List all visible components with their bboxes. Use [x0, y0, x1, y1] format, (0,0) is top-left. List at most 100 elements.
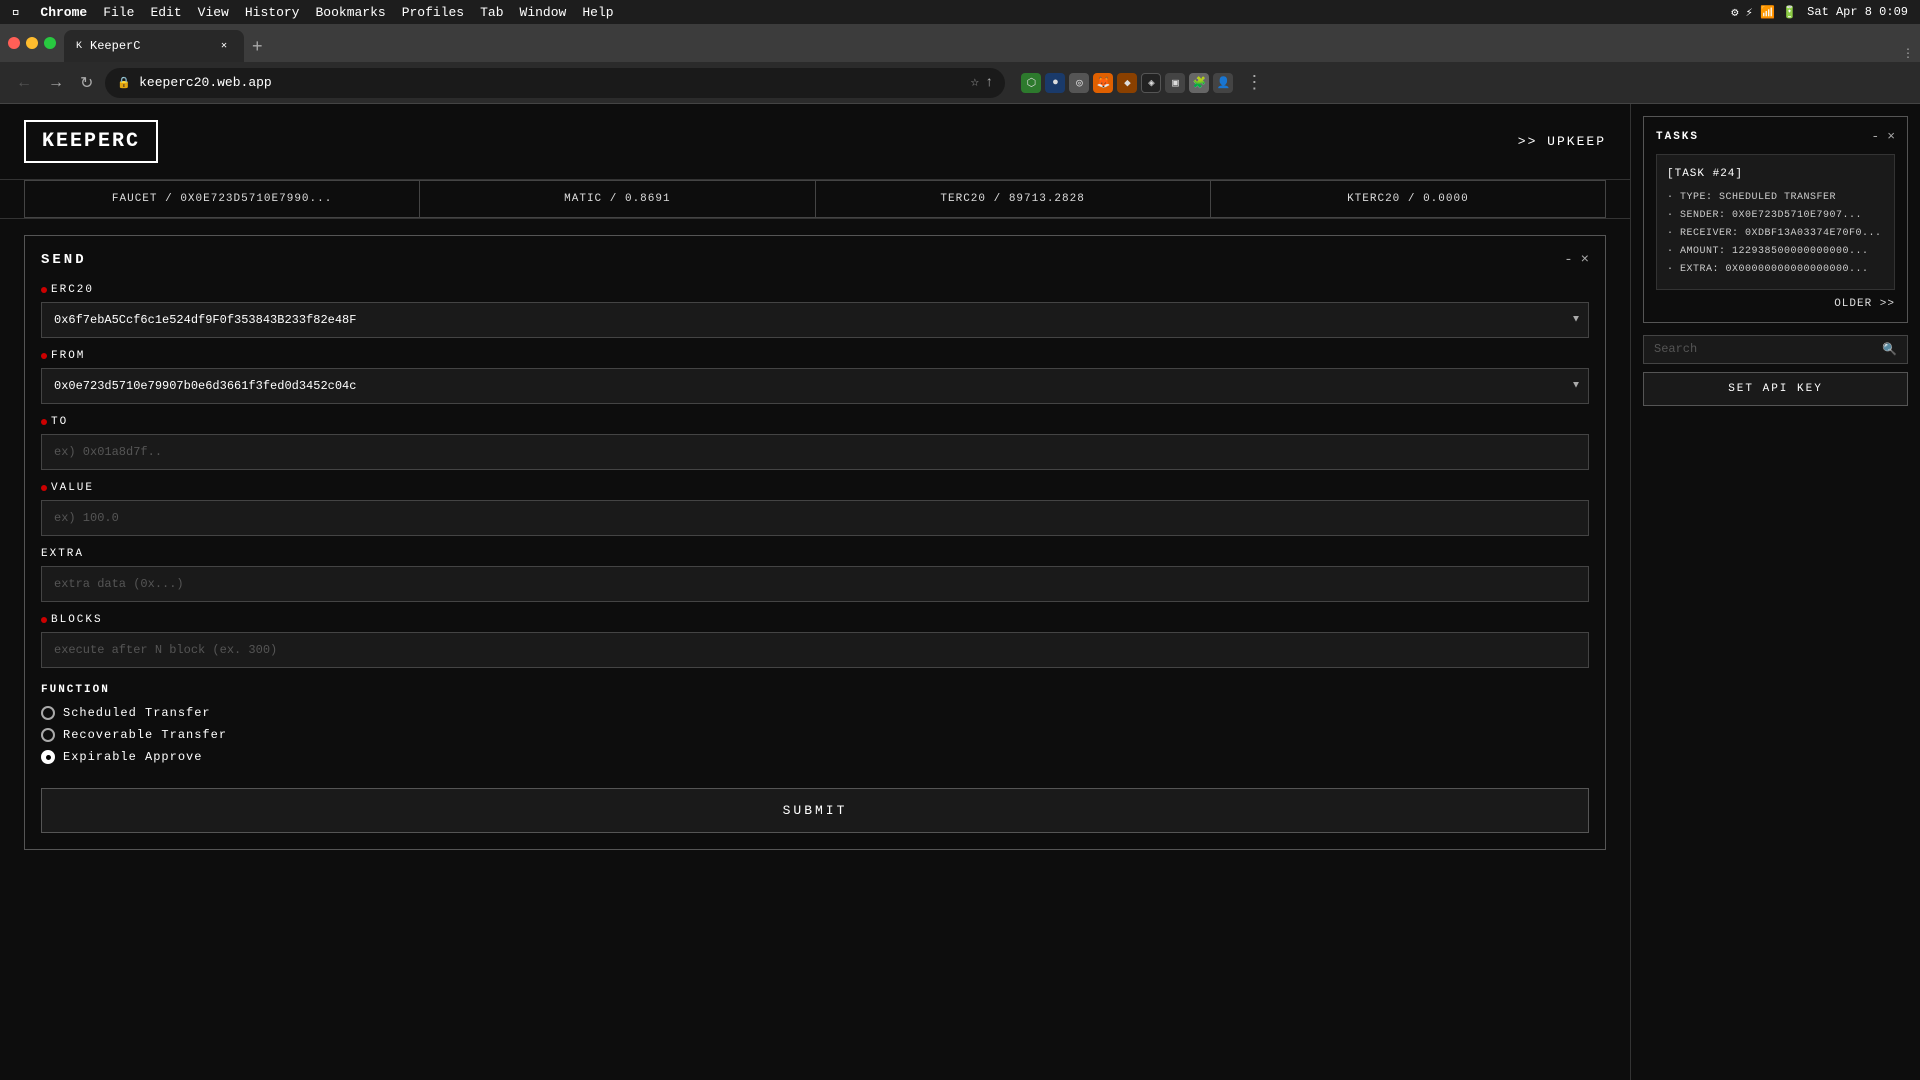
value-required-dot [41, 485, 47, 491]
from-input-wrap: ▼ [41, 368, 1589, 404]
fullscreen-window-btn[interactable] [44, 37, 56, 49]
from-label: FROM [41, 350, 1589, 362]
tasks-minimize-btn[interactable]: - [1871, 129, 1879, 144]
close-window-btn[interactable] [8, 37, 20, 49]
tab-title: KeeperC [90, 39, 140, 53]
blocks-input-wrap [41, 632, 1589, 668]
task-item: [TASK #24] · TYPE: SCHEDULED TRANSFER · … [1656, 154, 1895, 290]
back-btn[interactable]: ← [12, 70, 36, 96]
erc20-field-section: ERC20 ▼ [41, 284, 1589, 338]
minimize-window-btn[interactable] [26, 37, 38, 49]
stat-terc20[interactable]: TERC20 / 89713.2828 [815, 180, 1210, 218]
system-icons: ⚙ ⚡ 📶 🔋 [1731, 5, 1797, 20]
forward-btn[interactable]: → [44, 70, 68, 96]
from-field-section: FROM ▼ [41, 350, 1589, 404]
ext-green[interactable]: ⬡ [1021, 73, 1041, 93]
tasks-title: TASKS [1656, 131, 1699, 143]
stat-kterc20[interactable]: KTERC20 / 0.0000 [1210, 180, 1606, 218]
url-input[interactable] [139, 75, 962, 90]
upkeep-link[interactable]: >> UPKEEP [1518, 134, 1606, 149]
ext-dark[interactable]: ◈ [1141, 73, 1161, 93]
tab-keeperc[interactable]: K KeeperC ✕ [64, 30, 244, 62]
task-older-btn[interactable]: OLDER >> [1656, 298, 1895, 310]
stats-bar: FAUCET / 0X0E723D5710E7990... MATIC / 0.… [0, 180, 1630, 219]
send-area: SEND - × ERC20 [0, 219, 1630, 1080]
ext-puzzle[interactable]: 🧩 [1189, 73, 1209, 93]
radio-scheduled[interactable]: Scheduled Transfer [41, 706, 1589, 720]
send-panel: SEND - × ERC20 [24, 235, 1606, 850]
traffic-lights [0, 24, 64, 62]
bookmark-icon[interactable]: ☆ [971, 74, 979, 91]
set-api-key-btn[interactable]: SET API KEY [1643, 372, 1908, 406]
task-detail-2: · RECEIVER: 0XDBF13A03374E70F0... [1667, 225, 1884, 243]
send-close-btn[interactable]: × [1581, 252, 1589, 268]
apple-menu[interactable]:  [12, 4, 20, 20]
lock-icon: 🔒 [117, 76, 131, 90]
send-minimize-btn[interactable]: - [1564, 252, 1572, 268]
address-input-wrap[interactable]: 🔒 ☆ ↑ [105, 68, 1005, 98]
menu-window[interactable]: Window [520, 5, 567, 20]
tab-close-btn[interactable]: ✕ [216, 38, 232, 54]
menu-view[interactable]: View [198, 5, 229, 20]
tab-bar-row: K KeeperC ✕ + ⋮ [0, 24, 1920, 62]
radio-btn-expirable[interactable] [41, 750, 55, 764]
reload-btn[interactable]: ↻ [76, 69, 97, 97]
tasks-close-btn[interactable]: × [1887, 129, 1895, 144]
ext-fox[interactable]: 🦊 [1093, 73, 1113, 93]
search-input-wrap: 🔍 [1643, 335, 1908, 364]
tab-controls: ⋮ [1896, 44, 1920, 62]
app-main: KEEPERC >> UPKEEP FAUCET / 0X0E723D5710E… [0, 104, 1630, 1080]
stat-faucet[interactable]: FAUCET / 0X0E723D5710E7990... [24, 180, 419, 218]
right-sidebar: TASKS - × [TASK #24] · TYPE: SCHEDULED T… [1630, 104, 1920, 1080]
task-detail-1: · SENDER: 0X0E723D5710E7907... [1667, 207, 1884, 225]
radio-recoverable[interactable]: Recoverable Transfer [41, 728, 1589, 742]
radio-btn-scheduled[interactable] [41, 706, 55, 720]
erc20-input[interactable] [41, 302, 1589, 338]
address-icons: ☆ ↑ [971, 74, 994, 91]
value-input[interactable] [41, 500, 1589, 536]
erc20-required-dot [41, 287, 47, 293]
chrome-window: K KeeperC ✕ + ⋮ ← → ↻ 🔒 ☆ ↑ ⬡ ● ◎ 🦊 ◆ ◈ [0, 24, 1920, 1080]
share-icon[interactable]: ↑ [985, 75, 993, 91]
submit-button[interactable]: SUBMIT [41, 788, 1589, 833]
menu-edit[interactable]: Edit [150, 5, 181, 20]
send-panel-title: SEND [41, 252, 87, 268]
search-input[interactable] [1654, 342, 1874, 356]
tasks-controls: - × [1871, 129, 1895, 144]
new-tab-btn[interactable]: + [244, 30, 271, 62]
ext-orange[interactable]: ◆ [1117, 73, 1137, 93]
value-label: VALUE [41, 482, 1589, 494]
extra-input-wrap [41, 566, 1589, 602]
app-header: KEEPERC >> UPKEEP [0, 104, 1630, 180]
erc20-label: ERC20 [41, 284, 1589, 296]
ext-circle[interactable]: ◎ [1069, 73, 1089, 93]
menu-profiles[interactable]: Profiles [402, 5, 464, 20]
address-bar: ← → ↻ 🔒 ☆ ↑ ⬡ ● ◎ 🦊 ◆ ◈ ▣ 🧩 👤 ⋮ [0, 62, 1920, 104]
menu-bar-right: ⚙ ⚡ 📶 🔋 Sat Apr 8 0:09 [1731, 5, 1908, 20]
ext-gray[interactable]: ▣ [1165, 73, 1185, 93]
from-input[interactable] [41, 368, 1589, 404]
chrome-menu-btn[interactable]: ⋮ [1245, 72, 1263, 93]
extra-input[interactable] [41, 566, 1589, 602]
menu-file[interactable]: File [103, 5, 134, 20]
radio-btn-recoverable[interactable] [41, 728, 55, 742]
blocks-input[interactable] [41, 632, 1589, 668]
to-input[interactable] [41, 434, 1589, 470]
search-icon: 🔍 [1882, 342, 1897, 357]
menu-tab[interactable]: Tab [480, 5, 503, 20]
ext-blue[interactable]: ● [1045, 73, 1065, 93]
app-logo: KEEPERC [24, 120, 158, 163]
menu-bookmarks[interactable]: Bookmarks [315, 5, 385, 20]
menu-bar:  Chrome File Edit View History Bookmark… [0, 0, 1920, 24]
task-id: [TASK #24] [1667, 165, 1884, 185]
menu-chrome[interactable]: Chrome [40, 5, 87, 20]
tab-ctrl-btn[interactable]: ⋮ [1896, 44, 1920, 62]
menu-history[interactable]: History [245, 5, 300, 20]
menu-help[interactable]: Help [582, 5, 613, 20]
stat-matic[interactable]: MATIC / 0.8691 [419, 180, 814, 218]
ext-person[interactable]: 👤 [1213, 73, 1233, 93]
blocks-label: BLOCKS [41, 614, 1589, 626]
radio-expirable[interactable]: Expirable Approve [41, 750, 1589, 764]
task-detail-4: · EXTRA: 0X00000000000000000... [1667, 261, 1884, 279]
blocks-required-dot [41, 617, 47, 623]
